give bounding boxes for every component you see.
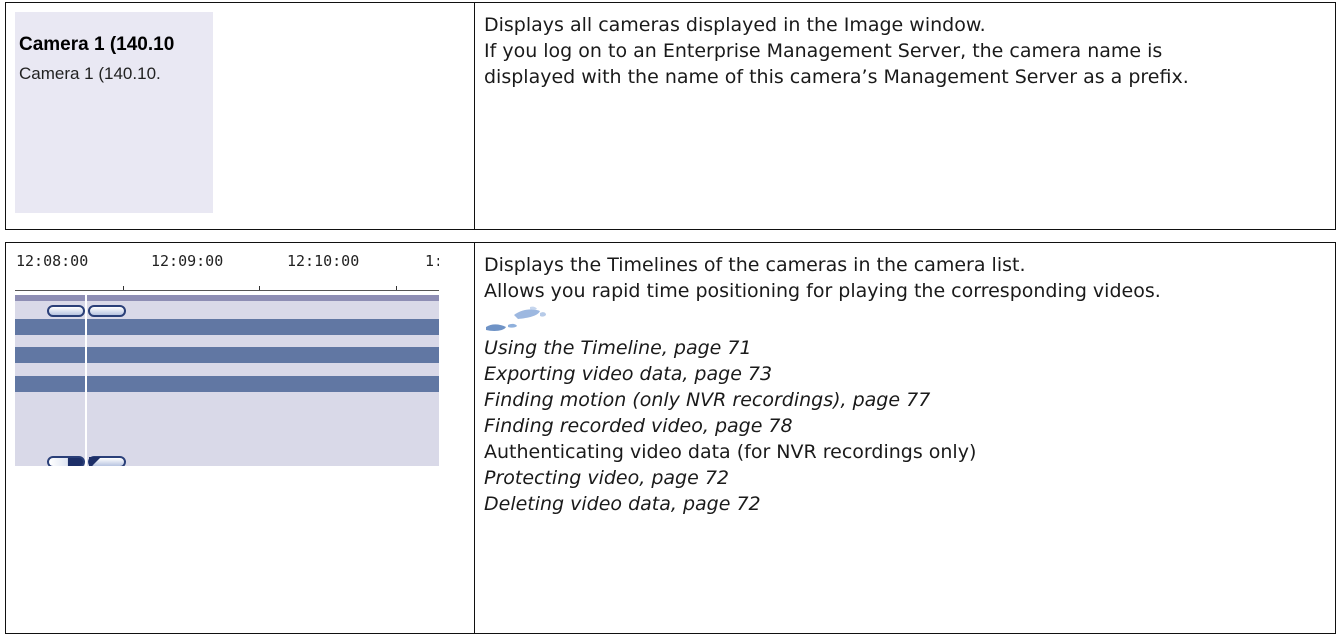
description-line: Displays all cameras displayed in the Im… bbox=[484, 14, 986, 36]
timeline-ruler: 12:08:00 12:09:00 12:10:00 1: bbox=[15, 252, 439, 295]
camera-list-description-cell: Displays all cameras displayed in the Im… bbox=[474, 3, 1335, 229]
timeline-image-cell: 12:08:00 12:09:00 12:10:00 1: bbox=[6, 243, 475, 633]
footprints-icon-row bbox=[484, 304, 1335, 335]
link-finding-motion[interactable]: Finding motion (only NVR recordings), pa… bbox=[484, 387, 1335, 413]
link-protecting-video[interactable]: Protecting video, page 72 bbox=[484, 465, 1335, 491]
timeline-tick-label: 12:10:00 bbox=[287, 252, 360, 270]
timeline-camera-bar[interactable] bbox=[15, 319, 439, 335]
camera-list-table-row: Camera 1 (140.10 Camera 1 (140.10. Displ… bbox=[5, 2, 1336, 230]
timeline-screenshot: 12:08:00 12:09:00 12:10:00 1: bbox=[15, 252, 439, 466]
timeline-top-strip bbox=[15, 295, 439, 301]
description-line: Displays the Timelines of the cameras in… bbox=[484, 254, 1026, 276]
link-exporting-video[interactable]: Exporting video data, page 73 bbox=[484, 361, 1335, 387]
authenticating-video-text: Authenticating video data (for NVR recor… bbox=[484, 441, 977, 463]
timeline-table-row: 12:08:00 12:09:00 12:10:00 1: Displays t… bbox=[5, 242, 1336, 634]
timeline-camera-bar[interactable] bbox=[15, 376, 439, 392]
camera-list-screenshot: Camera 1 (140.10 Camera 1 (140.10. bbox=[15, 12, 213, 213]
timeline-ruler-line bbox=[15, 290, 439, 291]
description-line: displayed with the name of this camera’s… bbox=[484, 66, 1189, 88]
link-deleting-video[interactable]: Deleting video data, page 72 bbox=[484, 491, 1335, 517]
timeline-marker-icon bbox=[89, 457, 101, 466]
timeline-tick-label: 12:08:00 bbox=[16, 252, 89, 270]
footprints-icon bbox=[486, 306, 546, 331]
description-line: If you log on to an Enterprise Managemen… bbox=[484, 40, 1163, 62]
timeline-cursor[interactable] bbox=[85, 295, 87, 466]
camera-list-item: Camera 1 (140.10. bbox=[19, 64, 161, 83]
timeline-camera-bar[interactable] bbox=[15, 347, 439, 363]
timeline-tick-label: 1: bbox=[425, 252, 439, 270]
link-finding-recorded-video[interactable]: Finding recorded video, page 78 bbox=[484, 413, 1335, 439]
link-using-timeline[interactable]: Using the Timeline, page 71 bbox=[484, 335, 1335, 361]
timeline-handle-right[interactable] bbox=[88, 305, 126, 317]
timeline-handle-left[interactable] bbox=[47, 305, 85, 317]
timeline-range-handle-left[interactable] bbox=[47, 456, 85, 466]
description-line: Allows you rapid time positioning for pl… bbox=[484, 280, 1161, 302]
camera-list-item-selected: Camera 1 (140.10 bbox=[19, 34, 175, 55]
camera-list-image-cell: Camera 1 (140.10 Camera 1 (140.10. bbox=[6, 3, 475, 229]
timeline-tick-label: 12:09:00 bbox=[151, 252, 224, 270]
timeline-description-cell: Displays the Timelines of the cameras in… bbox=[474, 243, 1335, 633]
